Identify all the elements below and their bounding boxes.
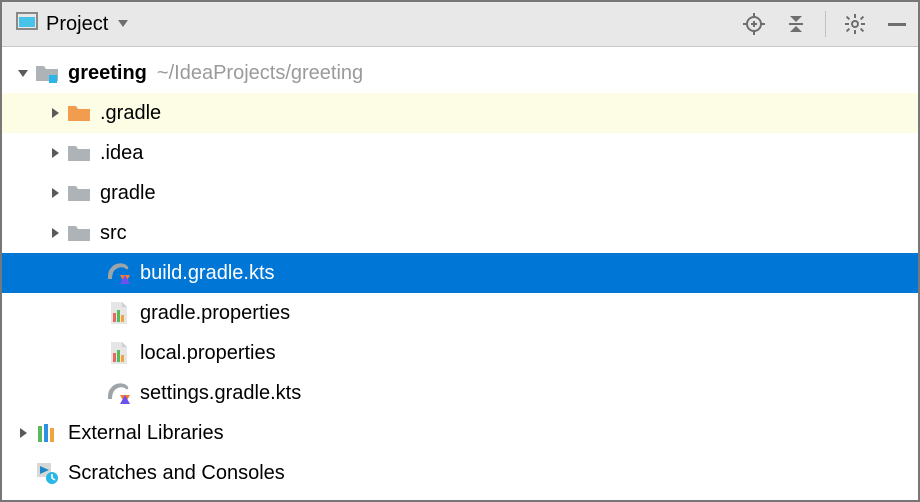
- tree-node-dot-gradle[interactable]: .gradle: [2, 93, 918, 133]
- expander-right-icon[interactable]: [44, 226, 66, 240]
- project-header-left: Project: [16, 10, 741, 38]
- library-icon: [34, 420, 60, 446]
- node-label: gradle.properties: [140, 302, 290, 325]
- tree-node-dot-idea[interactable]: .idea: [2, 133, 918, 173]
- tree-node-scratches[interactable]: Scratches and Consoles: [2, 453, 918, 493]
- tree-node-gradle[interactable]: gradle: [2, 173, 918, 213]
- tree-node-greeting[interactable]: greeting ~/IdeaProjects/greeting: [2, 53, 918, 93]
- node-path: ~/IdeaProjects/greeting: [157, 62, 363, 85]
- node-label: gradle: [100, 182, 156, 205]
- node-label: .idea: [100, 142, 143, 165]
- expander-right-icon[interactable]: [44, 106, 66, 120]
- project-view-title[interactable]: Project: [46, 13, 108, 36]
- properties-file-icon: [106, 300, 132, 326]
- folder-icon: [66, 140, 92, 166]
- folder-icon: [66, 180, 92, 206]
- expander-right-icon[interactable]: [44, 146, 66, 160]
- separator: [825, 11, 826, 37]
- scratches-icon: [34, 460, 60, 486]
- project-tree[interactable]: greeting ~/IdeaProjects/greeting .gradle…: [2, 47, 918, 500]
- tree-node-settings-gradle-kts[interactable]: settings.gradle.kts: [2, 373, 918, 413]
- tree-node-src[interactable]: src: [2, 213, 918, 253]
- folder-icon: [66, 220, 92, 246]
- module-folder-icon: [34, 60, 60, 86]
- node-label: Scratches and Consoles: [68, 462, 285, 485]
- tree-node-local-properties[interactable]: local.properties: [2, 333, 918, 373]
- node-label: src: [100, 222, 127, 245]
- expander-right-icon[interactable]: [44, 186, 66, 200]
- node-label: local.properties: [140, 342, 276, 365]
- project-window-icon: [16, 10, 38, 38]
- dropdown-icon[interactable]: [116, 13, 130, 36]
- gradle-kts-icon: [106, 260, 132, 286]
- node-label: greeting: [68, 62, 147, 85]
- locate-icon[interactable]: [741, 11, 767, 37]
- node-label: .gradle: [100, 102, 161, 125]
- expander-down-icon[interactable]: [12, 66, 34, 80]
- project-header: Project: [2, 2, 918, 47]
- gear-icon[interactable]: [842, 11, 868, 37]
- project-tool-window: Project: [0, 0, 920, 502]
- tree-node-build-gradle-kts[interactable]: build.gradle.kts: [2, 253, 918, 293]
- gradle-kts-icon: [106, 380, 132, 406]
- tree-node-external-libraries[interactable]: External Libraries: [2, 413, 918, 453]
- excluded-folder-icon: [66, 100, 92, 126]
- project-header-right: [741, 11, 910, 37]
- node-label: settings.gradle.kts: [140, 382, 301, 405]
- tree-node-gradle-properties[interactable]: gradle.properties: [2, 293, 918, 333]
- hide-icon[interactable]: [884, 11, 910, 37]
- collapse-all-icon[interactable]: [783, 11, 809, 37]
- node-label: External Libraries: [68, 422, 224, 445]
- node-label: build.gradle.kts: [140, 262, 275, 285]
- expander-right-icon[interactable]: [12, 426, 34, 440]
- properties-file-icon: [106, 340, 132, 366]
